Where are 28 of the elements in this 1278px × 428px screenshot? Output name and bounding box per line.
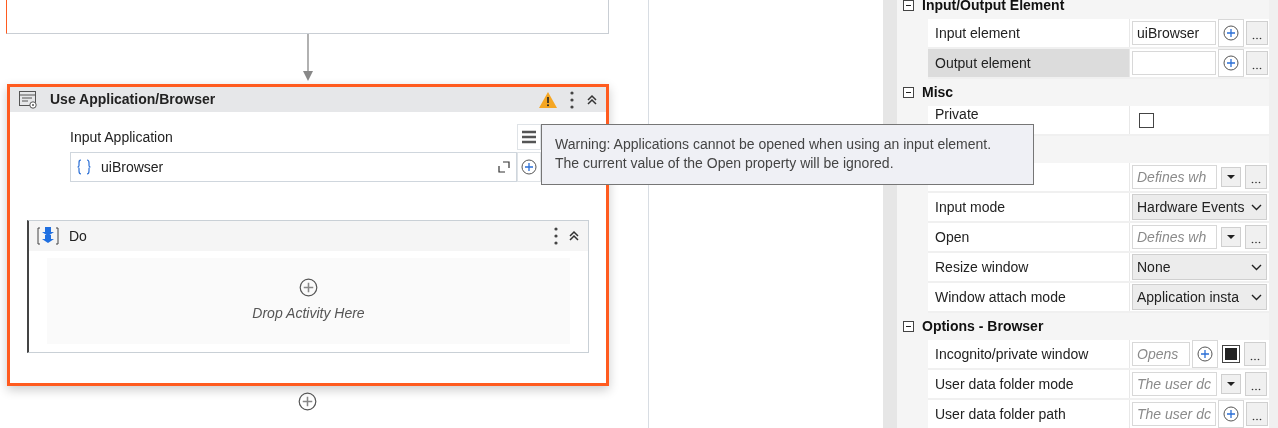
property-name[interactable]: Input mode [928, 193, 1130, 221]
property-name[interactable]: Open [928, 223, 1130, 251]
property-name[interactable]: Output element [928, 49, 1130, 77]
select-field[interactable]: Hardware Events [1132, 194, 1267, 220]
value-field[interactable]: Defines wh [1132, 225, 1217, 249]
category-title: Input/Output Element [922, 0, 1065, 15]
sequence-title: Do [69, 226, 88, 246]
value-field[interactable]: Defines wh [1132, 165, 1217, 189]
value-field[interactable]: The user dc [1132, 372, 1217, 396]
category-title: Options - Browser [922, 317, 1044, 336]
drop-hint: Drop Activity Here [252, 304, 365, 323]
select-field[interactable]: None [1132, 254, 1267, 280]
value-field[interactable]: Opens [1132, 342, 1190, 366]
field-label: Input Application [70, 127, 173, 147]
value-field[interactable]: The user dc [1132, 402, 1216, 426]
property-name[interactable]: Resize window [928, 253, 1130, 281]
activity-title: Use Application/Browser [50, 90, 217, 109]
property-name[interactable]: Window attach mode [928, 283, 1130, 311]
field-value: uiBrowser [100, 157, 165, 177]
drop-zone[interactable]: Drop Activity Here [47, 258, 570, 344]
property-name[interactable]: User data folder mode [928, 370, 1130, 398]
input-field[interactable]: uiBrowser [70, 152, 517, 182]
value-field[interactable]: uiBrowser [1132, 21, 1216, 45]
property-name[interactable]: Input element [928, 19, 1130, 47]
category-title: Misc [922, 83, 954, 102]
property-name[interactable]: Incognito/private window [928, 340, 1130, 368]
select-field[interactable]: Application insta [1132, 284, 1267, 310]
property-name[interactable]: User data folder path [928, 400, 1130, 428]
